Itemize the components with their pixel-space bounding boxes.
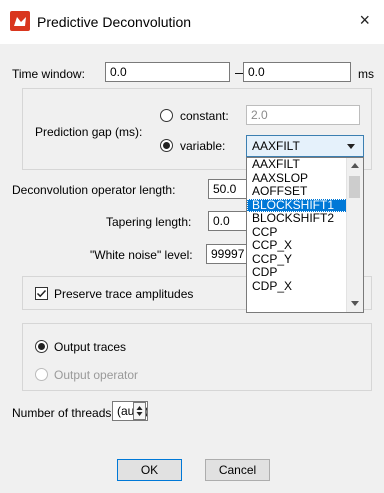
time-window-end-input[interactable]: 0.0 bbox=[243, 62, 351, 82]
tapering-length-label: Tapering length: bbox=[106, 215, 192, 229]
constant-radio[interactable] bbox=[160, 109, 173, 122]
constant-label: constant: bbox=[180, 109, 229, 123]
operator-length-input[interactable]: 50.0 bbox=[208, 179, 248, 199]
constant-value-input[interactable]: 2.0 bbox=[246, 105, 360, 125]
threads-spinner[interactable] bbox=[133, 402, 146, 420]
variable-select[interactable]: AAXFILT bbox=[246, 135, 364, 157]
ok-button[interactable]: OK bbox=[117, 459, 182, 481]
variable-radio[interactable] bbox=[160, 139, 173, 152]
white-noise-input[interactable]: 99997 bbox=[206, 244, 248, 264]
chevron-down-icon bbox=[347, 144, 355, 149]
white-noise-label: "White noise" level: bbox=[90, 248, 193, 262]
check-icon bbox=[36, 289, 47, 298]
variable-dropdown-list[interactable]: AAXFILT AAXSLOP AOFFSET BLOCKSHIFT1 BLOC… bbox=[246, 157, 364, 313]
preserve-label: Preserve trace amplitudes bbox=[54, 287, 194, 301]
window-title: Predictive Deconvolution bbox=[37, 14, 192, 30]
output-traces-radio[interactable] bbox=[35, 340, 48, 353]
scrollbar-thumb[interactable] bbox=[349, 176, 360, 198]
threads-label: Number of threads: bbox=[12, 406, 115, 420]
variable-label: variable: bbox=[180, 139, 226, 153]
app-icon bbox=[10, 11, 30, 31]
output-operator-radio[interactable] bbox=[35, 368, 48, 381]
preserve-checkbox[interactable] bbox=[35, 287, 48, 300]
operator-length-label: Deconvolution operator length: bbox=[12, 183, 176, 197]
prediction-gap-label: Prediction gap (ms): bbox=[35, 125, 143, 139]
output-operator-label: Output operator bbox=[54, 368, 139, 382]
title-bar: Predictive Deconvolution × bbox=[0, 0, 384, 44]
cancel-button[interactable]: Cancel bbox=[205, 459, 270, 481]
tapering-length-input[interactable]: 0.0 bbox=[208, 211, 248, 231]
time-window-unit: ms bbox=[358, 67, 374, 81]
time-window-label: Time window: bbox=[12, 67, 85, 81]
dropdown-scrollbar[interactable] bbox=[346, 158, 363, 312]
variable-select-value: AAXFILT bbox=[252, 139, 300, 153]
time-window-start-input[interactable]: 0.0 bbox=[105, 62, 230, 82]
close-icon[interactable]: × bbox=[359, 10, 370, 31]
chevron-up-icon[interactable] bbox=[351, 163, 359, 168]
output-traces-label: Output traces bbox=[54, 340, 127, 354]
chevron-down-icon[interactable] bbox=[351, 301, 359, 306]
